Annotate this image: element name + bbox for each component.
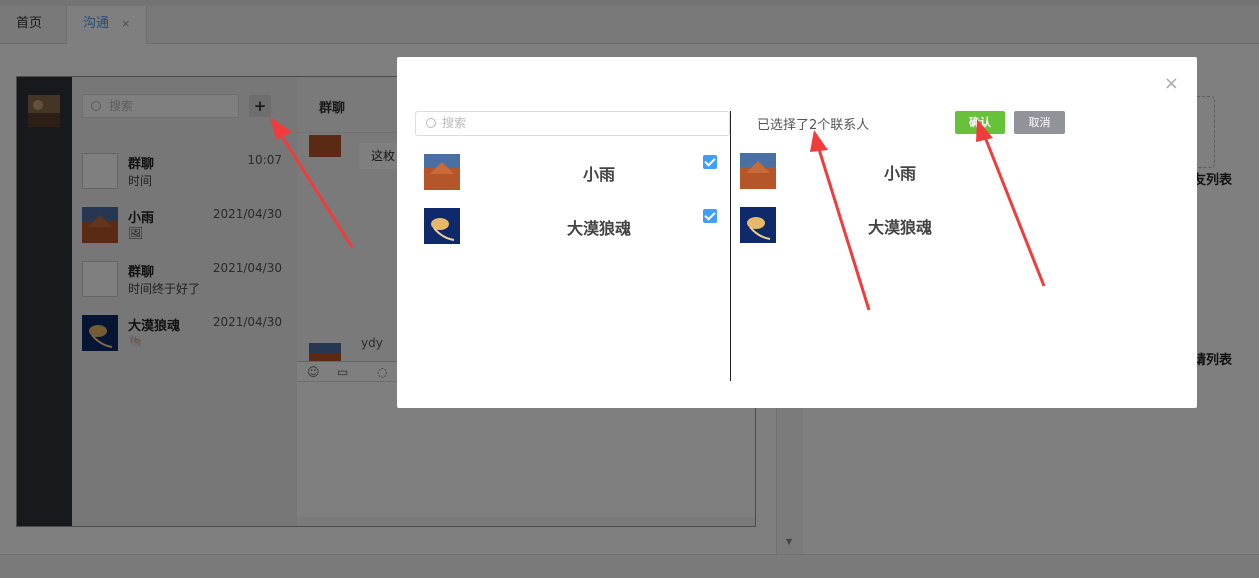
divider [730,111,731,381]
confirm-button[interactable]: 确认 [955,111,1005,134]
avatar [424,208,460,244]
avatar [740,207,776,243]
contact-row[interactable]: 小雨 [424,154,717,190]
avatar [740,153,776,189]
selected-contact-row: 大漠狼魂 [740,207,1030,243]
contact-checkbox[interactable] [703,209,717,223]
search-placeholder: 搜索 [442,116,467,130]
search-icon [426,118,436,128]
selected-contact-name: 小雨 [883,164,916,183]
select-contacts-dialog: × 搜索 小雨 大漠狼魂 已选择了2个联系人 确认 取消 小雨 大漠狼魂 [397,57,1197,408]
avatar [424,154,460,190]
selected-contact-name: 大漠狼魂 [867,218,932,237]
contact-name: 小雨 [582,165,615,184]
contact-row[interactable]: 大漠狼魂 [424,208,717,244]
close-icon[interactable]: × [1164,73,1179,94]
contact-search-input[interactable]: 搜索 [415,111,730,136]
cancel-button[interactable]: 取消 [1014,111,1065,134]
contact-checkbox[interactable] [703,155,717,169]
selected-count: 已选择了2个联系人 [757,118,870,133]
selected-contact-row: 小雨 [740,153,1030,189]
contact-name: 大漠狼魂 [566,219,631,238]
